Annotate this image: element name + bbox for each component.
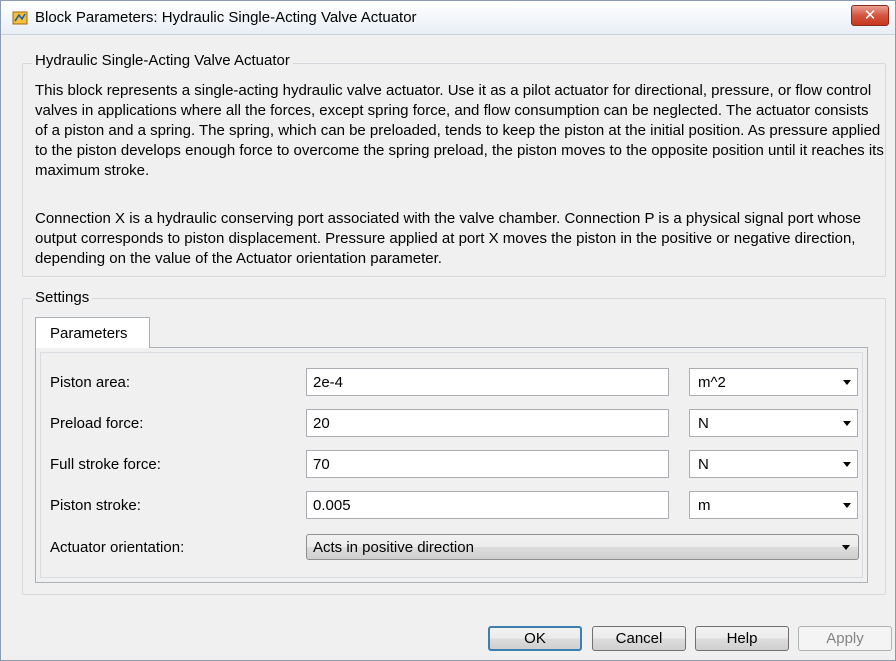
tab-parameters-label: Parameters	[50, 325, 128, 342]
window-title: Block Parameters: Hydraulic Single-Actin…	[35, 9, 417, 26]
simulink-block-icon	[12, 11, 28, 25]
piston-stroke-input[interactable]: 0.005	[306, 491, 669, 519]
title-bar[interactable]: Block Parameters: Hydraulic Single-Actin…	[1, 1, 895, 35]
piston-area-input[interactable]: 2e-4	[306, 368, 669, 396]
close-icon: ✕	[863, 7, 877, 24]
preload-force-input[interactable]: 20	[306, 409, 669, 437]
piston-area-label: Piston area:	[50, 374, 131, 391]
piston-stroke-unit-value: m	[698, 497, 711, 514]
piston-area-unit-select[interactable]: m^2	[689, 368, 858, 396]
chevron-down-icon	[843, 380, 851, 385]
actuator-orientation-label: Actuator orientation:	[50, 539, 185, 556]
preload-force-unit-value: N	[698, 415, 709, 432]
actuator-orientation-value: Acts in positive direction	[313, 539, 474, 556]
chevron-down-icon	[843, 421, 851, 426]
description-paragraph-1: This block represents a single-acting hy…	[35, 82, 884, 179]
cancel-button[interactable]: Cancel	[592, 626, 686, 651]
preload-force-unit-select[interactable]: N	[689, 409, 858, 437]
full-stroke-force-label: Full stroke force:	[50, 456, 161, 473]
actuator-orientation-select[interactable]: Acts in positive direction	[306, 534, 859, 560]
piston-stroke-value: 0.005	[313, 497, 351, 514]
settings-group-label: Settings	[32, 289, 93, 306]
chevron-down-icon	[843, 462, 851, 467]
piston-area-unit-value: m^2	[698, 374, 726, 391]
chevron-down-icon	[842, 545, 850, 550]
full-stroke-force-value: 70	[313, 456, 330, 473]
full-stroke-force-input[interactable]: 70	[306, 450, 669, 478]
description-paragraph-2: Connection X is a hydraulic conserving p…	[35, 210, 862, 267]
apply-button[interactable]: Apply	[798, 626, 892, 651]
dialog-window: Block Parameters: Hydraulic Single-Actin…	[0, 0, 896, 661]
close-button[interactable]: ✕	[851, 5, 889, 26]
help-button[interactable]: Help	[695, 626, 789, 651]
ok-button[interactable]: OK	[488, 626, 582, 651]
piston-stroke-unit-select[interactable]: m	[689, 491, 858, 519]
description-group-label: Hydraulic Single-Acting Valve Actuator	[32, 52, 293, 69]
preload-force-value: 20	[313, 415, 330, 432]
preload-force-label: Preload force:	[50, 415, 144, 432]
piston-area-value: 2e-4	[313, 374, 344, 391]
full-stroke-force-unit-value: N	[698, 456, 709, 473]
full-stroke-force-unit-select[interactable]: N	[689, 450, 858, 478]
chevron-down-icon	[843, 503, 851, 508]
tab-parameters[interactable]: Parameters	[35, 317, 150, 348]
piston-stroke-label: Piston stroke:	[50, 497, 141, 514]
